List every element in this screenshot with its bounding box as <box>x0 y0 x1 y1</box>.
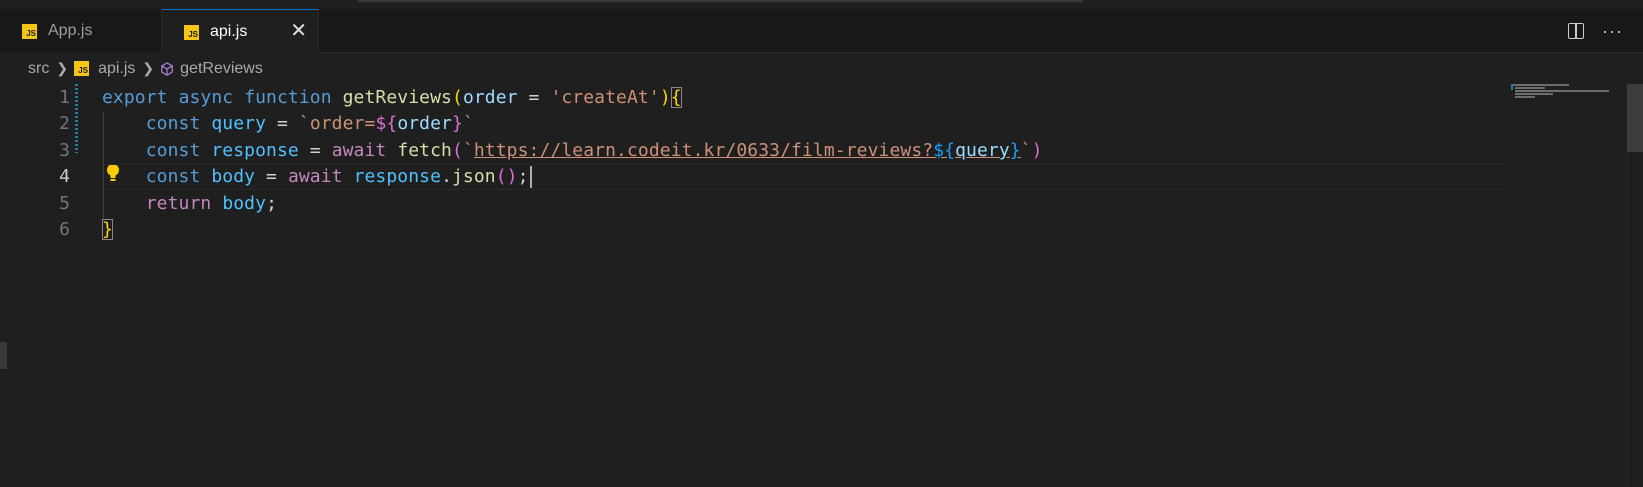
operator: = <box>298 140 332 161</box>
breadcrumb-file[interactable]: JS api.js <box>74 60 135 78</box>
code-line-5[interactable]: return body; <box>102 190 277 217</box>
variable: query <box>211 113 267 134</box>
breadcrumb-symbol[interactable]: getReviews <box>160 60 263 78</box>
variable: response <box>211 140 299 161</box>
breadcrumb-file-label: api.js <box>98 59 136 77</box>
text-cursor <box>529 166 532 188</box>
variable: response <box>353 166 442 187</box>
template-brace: } <box>1009 140 1021 161</box>
chevron-right-icon: ❯ <box>142 60 155 76</box>
keyword: return <box>145 193 212 214</box>
breadcrumb-symbol-label: getReviews <box>180 59 263 77</box>
tab-label: api.js <box>210 23 248 40</box>
bracket-match: { <box>670 87 682 108</box>
operator: . <box>441 166 452 187</box>
string: ` <box>462 113 474 134</box>
tab-actions: ··· <box>1568 9 1643 53</box>
string: order= <box>309 113 376 134</box>
operator: = <box>255 166 288 187</box>
modified-gutter-marker[interactable] <box>75 84 78 153</box>
chevron-right-icon: ❯ <box>56 60 69 76</box>
variable: query <box>955 140 1010 161</box>
keyword: function <box>244 87 332 108</box>
template-brace: ${ <box>375 113 398 134</box>
overview-ruler-marker <box>1511 84 1513 90</box>
string: ` <box>462 140 474 161</box>
semicolon: ; <box>266 193 277 214</box>
operator: = <box>517 87 551 108</box>
bracket: ( <box>452 87 463 108</box>
code-line-1[interactable]: export async function getReviews(order =… <box>102 84 682 111</box>
code-editor[interactable]: 1 2 3 4 5 6 export async function getRev… <box>0 84 1643 487</box>
tab-label: App.js <box>48 22 93 39</box>
line-number-current: 4 <box>59 166 70 187</box>
minimap[interactable] <box>1505 84 1609 100</box>
variable: body <box>211 166 256 187</box>
method-name: json <box>452 166 496 187</box>
string: ` <box>1020 140 1032 161</box>
keyword: const <box>145 166 201 187</box>
line-number: 5 <box>59 193 70 214</box>
code-line-2[interactable]: const query = `order=${order}` <box>102 110 474 137</box>
variable: order <box>397 113 452 134</box>
method-cube-icon <box>161 61 174 76</box>
bracket: ) <box>1031 140 1043 161</box>
tab-api-js[interactable]: JS api.js ✕ <box>162 9 319 54</box>
template-brace: ${ <box>933 140 956 161</box>
parameter: order <box>462 87 518 108</box>
operator: = <box>266 113 299 134</box>
split-editor-icon[interactable] <box>1568 23 1585 39</box>
line-number: 3 <box>59 140 70 161</box>
line-number: 2 <box>59 113 70 134</box>
title-strip <box>0 0 1643 9</box>
keyword: await <box>331 140 387 161</box>
keyword: async <box>178 87 234 108</box>
template-brace: } <box>452 113 463 134</box>
drag-region[interactable] <box>358 0 1083 2</box>
js-file-icon: JS <box>184 24 199 40</box>
string: 'createAt' <box>550 87 660 108</box>
keyword: const <box>145 113 201 134</box>
line-number: 1 <box>59 87 70 108</box>
semicolon: ; <box>517 166 529 187</box>
variable: body <box>222 193 267 214</box>
string: ` <box>298 113 310 134</box>
more-actions-icon[interactable]: ··· <box>1602 21 1623 42</box>
bracket: ( <box>452 140 463 161</box>
url-link[interactable]: https://learn.codeit.kr/0633/film-review… <box>474 140 933 161</box>
keyword: const <box>145 140 201 161</box>
bracket: () <box>495 166 518 187</box>
bracket-match: } <box>102 219 113 240</box>
panel-edge <box>0 342 7 369</box>
close-icon[interactable]: ✕ <box>290 20 307 42</box>
scrollbar-thumb[interactable] <box>1627 84 1643 152</box>
code-line-4[interactable]: const body = await response.json(); <box>102 163 532 190</box>
editor-tab-bar: JS App.js JS api.js ✕ <box>0 9 1643 54</box>
line-number: 6 <box>59 219 70 240</box>
tab-app-js[interactable]: JS App.js <box>0 9 162 53</box>
code-line-3[interactable]: const response = await fetch(`https://le… <box>102 137 1043 164</box>
function-name: getReviews <box>342 87 452 108</box>
js-file-icon: JS <box>74 61 90 76</box>
keyword: export <box>102 87 168 108</box>
js-file-icon: JS <box>22 23 37 39</box>
breadcrumb: src ❯ JS api.js ❯ getReviews <box>0 53 1643 84</box>
keyword: await <box>287 166 343 187</box>
code-line-6[interactable]: } <box>102 216 113 243</box>
function-name: fetch <box>397 140 452 161</box>
bracket: ) <box>659 87 671 108</box>
breadcrumb-folder[interactable]: src <box>28 60 49 78</box>
